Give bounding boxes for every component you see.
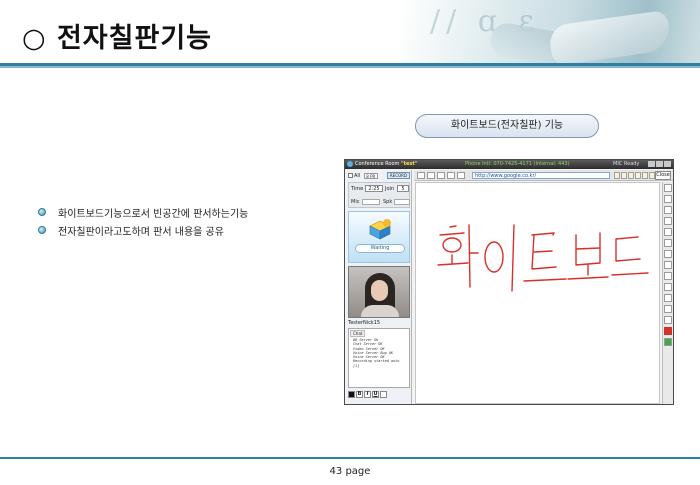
close-window-button[interactable] <box>664 161 671 167</box>
waiting-panel: Waiting <box>348 211 410 263</box>
tool-icon[interactable] <box>621 172 627 179</box>
record-button[interactable]: RECORD <box>386 172 410 179</box>
header-illustration: // ɑ ε <box>400 0 700 66</box>
time-label: Time <box>351 186 364 192</box>
maximize-button[interactable] <box>656 161 663 167</box>
mic-slider[interactable] <box>362 199 380 205</box>
caption-pill: 화이트보드(전자칠판) 기능 <box>415 114 599 138</box>
tool-icon[interactable] <box>635 172 641 179</box>
join-label: Join <box>385 186 395 192</box>
window-controls <box>648 161 671 167</box>
pointer-tool-icon[interactable] <box>664 184 672 192</box>
refresh-icon[interactable] <box>447 172 455 179</box>
line-tool-icon[interactable] <box>664 206 672 214</box>
chat-log: Chat DB Server OK Chat Server OK Video S… <box>348 328 410 388</box>
handwriting-strokes <box>437 224 649 292</box>
bullet-list: 화이트보드기능으로서 빈공간에 판서하는기능 전자칠판이라고도하며 판서 내용을… <box>38 203 248 239</box>
app-icon <box>347 161 353 167</box>
redo-tool-icon[interactable] <box>664 283 672 291</box>
slide-title: ○ 전자칠판기능 <box>22 23 212 54</box>
footer-rule <box>0 457 700 459</box>
waiting-badge: Waiting <box>355 244 405 253</box>
close-button[interactable]: Close <box>655 171 671 180</box>
left-panel: All 8 PR RECORD Time 2:25 Join 5 Mic Spk… <box>346 170 412 404</box>
window-titlebar: Conference Room "test" Phone Intl: 070-7… <box>345 160 673 169</box>
chat-format-bar: B I U <box>348 390 410 398</box>
window-title: Conference Room <box>355 161 400 167</box>
time-panel: Time 2:25 Join 5 Mic Spk <box>348 182 410 208</box>
stop-icon[interactable] <box>437 172 445 179</box>
spk-label: Spk <box>383 199 393 205</box>
page-number: 43 page <box>329 466 371 477</box>
all-checkbox[interactable] <box>348 173 353 178</box>
home-icon[interactable] <box>457 172 465 179</box>
color-picker-icon[interactable] <box>348 390 355 398</box>
tool-icon[interactable] <box>614 172 620 179</box>
pen-tool-icon[interactable] <box>664 217 672 225</box>
whiteboard-canvas[interactable] <box>415 182 660 404</box>
minimize-button[interactable] <box>648 161 655 167</box>
slide-header: // ɑ ε ○ 전자칠판기능 <box>0 0 700 70</box>
chat-line: [1] <box>353 363 360 368</box>
clear-tool-icon[interactable] <box>664 294 672 302</box>
waiting-icon <box>369 219 391 240</box>
webcam-video <box>348 266 410 318</box>
url-input[interactable]: http://www.google.co.kr/ <box>472 172 610 179</box>
room-select[interactable]: 8 PR <box>363 172 378 179</box>
ink-color-swatch[interactable] <box>664 327 672 335</box>
bullet-icon <box>38 226 46 234</box>
drawing-tool-column <box>662 182 673 404</box>
eraser-tool-icon[interactable] <box>664 261 672 269</box>
rectangle-tool-icon[interactable] <box>664 239 672 247</box>
mic-status: MIC Ready <box>613 161 640 167</box>
phone-info: Phone Intl: 070-7425-4171 (Internal: 443… <box>465 161 570 167</box>
brush-tool-icon[interactable] <box>664 228 672 236</box>
bullet-item: 전자칠판이라고도하며 판서 내용을 공유 <box>38 221 248 239</box>
italic-button[interactable]: I <box>364 390 371 398</box>
zoom-tool-icon[interactable] <box>664 305 672 313</box>
room-name: "test" <box>401 161 418 167</box>
circle-tool-icon[interactable] <box>664 250 672 258</box>
conference-app-window: Conference Room "test" Phone Intl: 070-7… <box>344 159 674 405</box>
tool-icon[interactable] <box>628 172 634 179</box>
font-size-button[interactable] <box>380 390 387 398</box>
forward-icon[interactable] <box>427 172 435 179</box>
speaker-slider[interactable] <box>394 199 410 205</box>
video-username: TesterNick15 <box>348 320 381 326</box>
text-tool-icon[interactable] <box>664 195 672 203</box>
chat-tab[interactable]: Chat <box>350 330 366 337</box>
header-rule-light <box>0 66 700 68</box>
bullet-icon <box>38 208 46 216</box>
participant-controls: All 8 PR RECORD <box>348 172 410 180</box>
back-icon[interactable] <box>417 172 425 179</box>
join-value: 5 <box>397 185 409 192</box>
color-swatch[interactable] <box>664 338 672 346</box>
browser-toolbar: http://www.google.co.kr/ Close <box>414 170 673 181</box>
underline-button[interactable]: U <box>372 390 379 398</box>
bullet-item: 화이트보드기능으로서 빈공간에 판서하는기능 <box>38 203 248 221</box>
all-label: All <box>354 173 361 179</box>
bullet-text: 전자칠판이라고도하며 판서 내용을 공유 <box>58 226 224 238</box>
mic-label: Mic <box>351 199 360 205</box>
bold-button[interactable]: B <box>356 390 363 398</box>
tool-icon[interactable] <box>642 172 648 179</box>
time-value: 2:25 <box>365 185 383 192</box>
save-tool-icon[interactable] <box>664 316 672 324</box>
chat-line: Recording started auto <box>353 359 400 364</box>
undo-tool-icon[interactable] <box>664 272 672 280</box>
chat-messages: DB Server OK Chat Server OK Video Server… <box>353 338 399 368</box>
bullet-text: 화이트보드기능으로서 빈공간에 판서하는기능 <box>58 208 249 220</box>
